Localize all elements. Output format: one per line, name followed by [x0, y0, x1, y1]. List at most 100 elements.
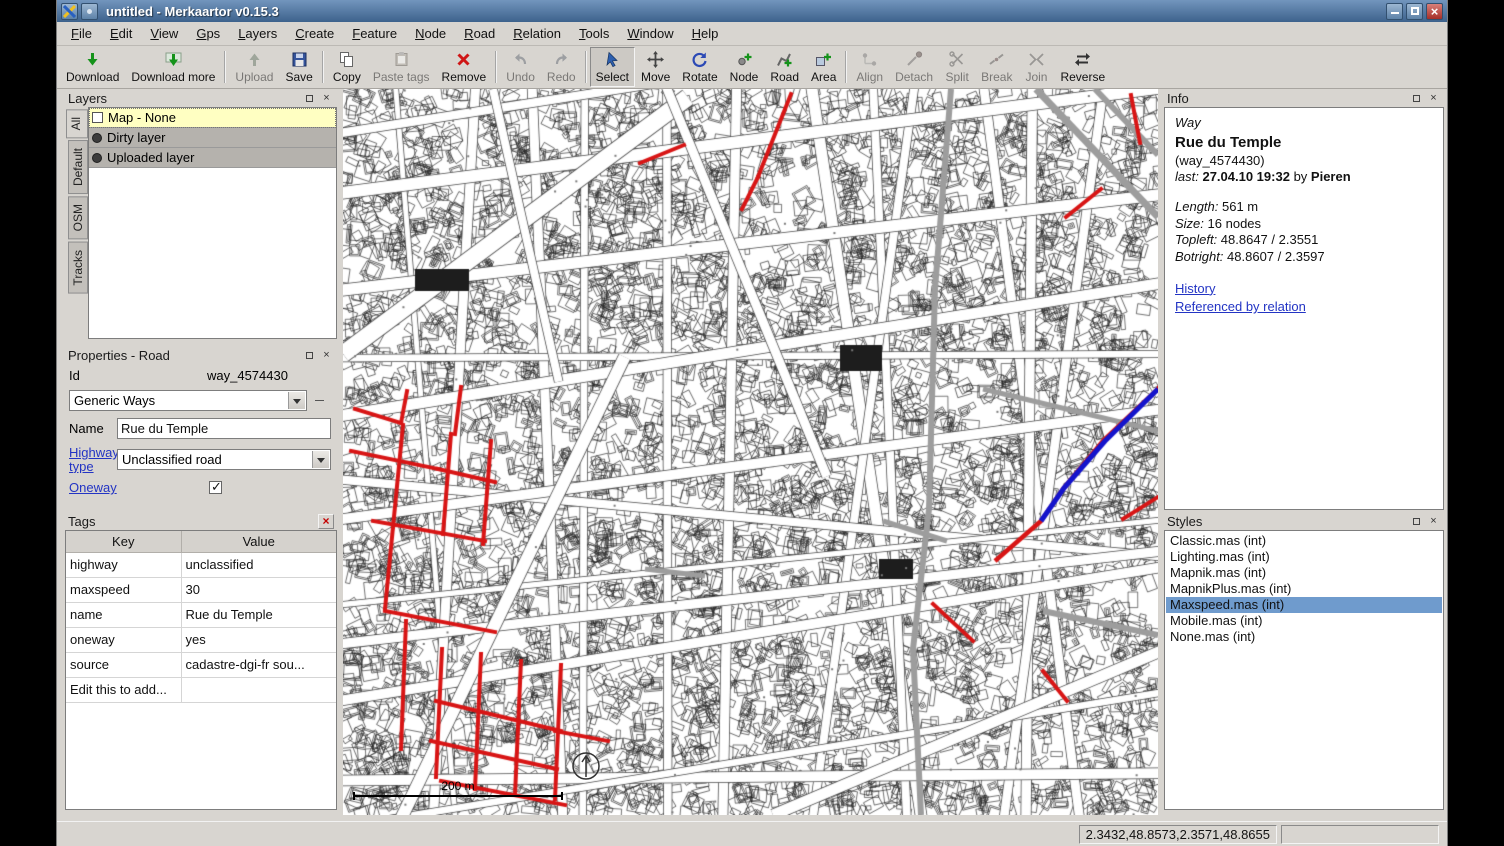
float-panel-button[interactable] [302, 348, 317, 362]
float-panel-button[interactable] [1409, 514, 1424, 528]
menu-item-layers[interactable]: Layers [229, 23, 286, 44]
menu-item-gps[interactable]: Gps [187, 23, 229, 44]
style-item[interactable]: Lighting.mas (int) [1166, 549, 1442, 565]
highway-type-select[interactable]: Unclassified road [117, 449, 331, 470]
tag-key-cell[interactable]: source [66, 652, 181, 677]
titlebar[interactable]: untitled - Merkaartor v0.15.3 × [57, 0, 1447, 22]
menu-item-edit[interactable]: Edit [101, 23, 141, 44]
layer-visibility-icon[interactable] [92, 153, 102, 163]
area-button[interactable]: Area [805, 47, 842, 87]
menu-item-feature[interactable]: Feature [343, 23, 406, 44]
tag-key-cell[interactable]: Edit this to add... [66, 677, 181, 702]
menu-item-view[interactable]: View [141, 23, 187, 44]
oneway-checkbox[interactable] [209, 481, 222, 494]
float-panel-button[interactable] [302, 91, 317, 105]
menubar: FileEditViewGpsLayersCreateFeatureNodeRo… [57, 22, 1447, 46]
upload-button[interactable]: Upload [229, 47, 279, 87]
close-panel-button[interactable]: × [1426, 91, 1441, 105]
menu-item-help[interactable]: Help [683, 23, 728, 44]
reverse-button[interactable]: Reverse [1054, 47, 1111, 87]
maximize-button[interactable] [1406, 3, 1423, 20]
align-button[interactable]: Align [850, 47, 889, 87]
feature-type-value: Generic Ways [74, 393, 155, 408]
close-panel-button[interactable]: × [319, 91, 334, 105]
join-button[interactable]: Join [1018, 47, 1054, 87]
download-more-button[interactable]: Download more [125, 47, 221, 87]
referenced-by-relation-link[interactable]: Referenced by relation [1175, 299, 1433, 316]
road-button[interactable]: Road [764, 47, 805, 87]
remove-tag-button[interactable]: × [318, 514, 334, 529]
chevron-down-icon[interactable] [288, 392, 305, 409]
feature-type-select[interactable]: Generic Ways [69, 390, 307, 411]
tag-key-cell[interactable]: name [66, 602, 181, 627]
tag-key-cell[interactable]: oneway [66, 627, 181, 652]
menu-item-relation[interactable]: Relation [504, 23, 570, 44]
sticky-button[interactable] [81, 3, 98, 20]
remove-button[interactable]: Remove [436, 47, 493, 87]
rotate-button[interactable]: Rotate [676, 47, 723, 87]
float-panel-button[interactable] [1409, 91, 1424, 105]
tag-value-cell[interactable] [181, 677, 336, 702]
style-item[interactable]: Classic.mas (int) [1166, 533, 1442, 549]
map-canvas[interactable] [343, 89, 1158, 815]
detach-button[interactable]: Detach [889, 47, 939, 87]
layer-row[interactable]: Dirty layer [89, 128, 336, 148]
layer-row[interactable]: Map - None [89, 108, 336, 128]
save-button[interactable]: Save [279, 47, 318, 87]
copy-button[interactable]: Copy [327, 47, 367, 87]
tag-value-cell[interactable]: 30 [181, 577, 336, 602]
style-item[interactable]: Maxspeed.mas (int) [1166, 597, 1442, 613]
paste-tags-icon [393, 51, 410, 69]
layer-visibility-icon[interactable] [92, 133, 102, 143]
menu-item-node[interactable]: Node [406, 23, 455, 44]
name-field[interactable] [117, 418, 331, 439]
tag-value-cell[interactable]: unclassified [181, 552, 336, 577]
undo-button[interactable]: Undo [500, 47, 541, 87]
tag-key-cell[interactable]: highway [66, 552, 181, 577]
map-view[interactable]: 200 m [343, 89, 1158, 815]
style-item[interactable]: Mobile.mas (int) [1166, 613, 1442, 629]
menu-item-create[interactable]: Create [286, 23, 343, 44]
tags-column-key: Key [66, 531, 181, 552]
style-item[interactable]: MapnikPlus.mas (int) [1166, 581, 1442, 597]
menu-item-road[interactable]: Road [455, 23, 504, 44]
download-button[interactable]: Download [60, 47, 125, 87]
move-button[interactable]: Move [635, 47, 676, 87]
select-button[interactable]: Select [590, 47, 635, 87]
menu-item-window[interactable]: Window [618, 23, 682, 44]
close-panel-button[interactable]: × [1426, 514, 1441, 528]
paste-tags-button[interactable]: Paste tags [367, 47, 436, 87]
oneway-link[interactable]: Oneway [69, 480, 117, 495]
window-menu-button[interactable] [61, 3, 78, 20]
style-item[interactable]: None.mas (int) [1166, 629, 1442, 645]
menu-item-tools[interactable]: Tools [570, 23, 618, 44]
close-icon: × [1431, 5, 1439, 18]
chevron-down-icon[interactable] [312, 451, 329, 468]
layers-tab-all[interactable]: All [66, 109, 88, 138]
split-button[interactable]: Split [939, 47, 975, 87]
layers-list[interactable]: Map - NoneDirty layerUploaded layer [88, 107, 337, 339]
tag-key-cell[interactable]: maxspeed [66, 577, 181, 602]
break-button[interactable]: Break [975, 47, 1018, 87]
pin-icon [87, 9, 92, 14]
highway-type-link[interactable]: Highway type [69, 446, 117, 473]
style-item[interactable]: Mapnik.mas (int) [1166, 565, 1442, 581]
name-label: Name [69, 421, 117, 436]
tag-value-cell[interactable]: yes [181, 627, 336, 652]
layers-tab-osm[interactable]: OSM [68, 196, 88, 239]
history-link[interactable]: History [1175, 281, 1433, 298]
layer-row[interactable]: Uploaded layer [89, 148, 336, 168]
layers-tab-default[interactable]: Default [68, 140, 88, 194]
node-button[interactable]: Node [724, 47, 765, 87]
layer-checkbox-icon[interactable] [92, 112, 103, 123]
close-button[interactable]: × [1426, 3, 1443, 20]
layers-tab-tracks[interactable]: Tracks [68, 242, 88, 294]
redo-button[interactable]: Redo [541, 47, 582, 87]
menu-item-file[interactable]: File [62, 23, 101, 44]
toolbar-button-label: Redo [547, 70, 576, 84]
styles-list[interactable]: Classic.mas (int)Lighting.mas (int)Mapni… [1164, 530, 1444, 810]
tag-value-cell[interactable]: Rue du Temple [181, 602, 336, 627]
minimize-button[interactable] [1386, 3, 1403, 20]
tag-value-cell[interactable]: cadastre-dgi-fr sou... [181, 652, 336, 677]
close-panel-button[interactable]: × [319, 348, 334, 362]
